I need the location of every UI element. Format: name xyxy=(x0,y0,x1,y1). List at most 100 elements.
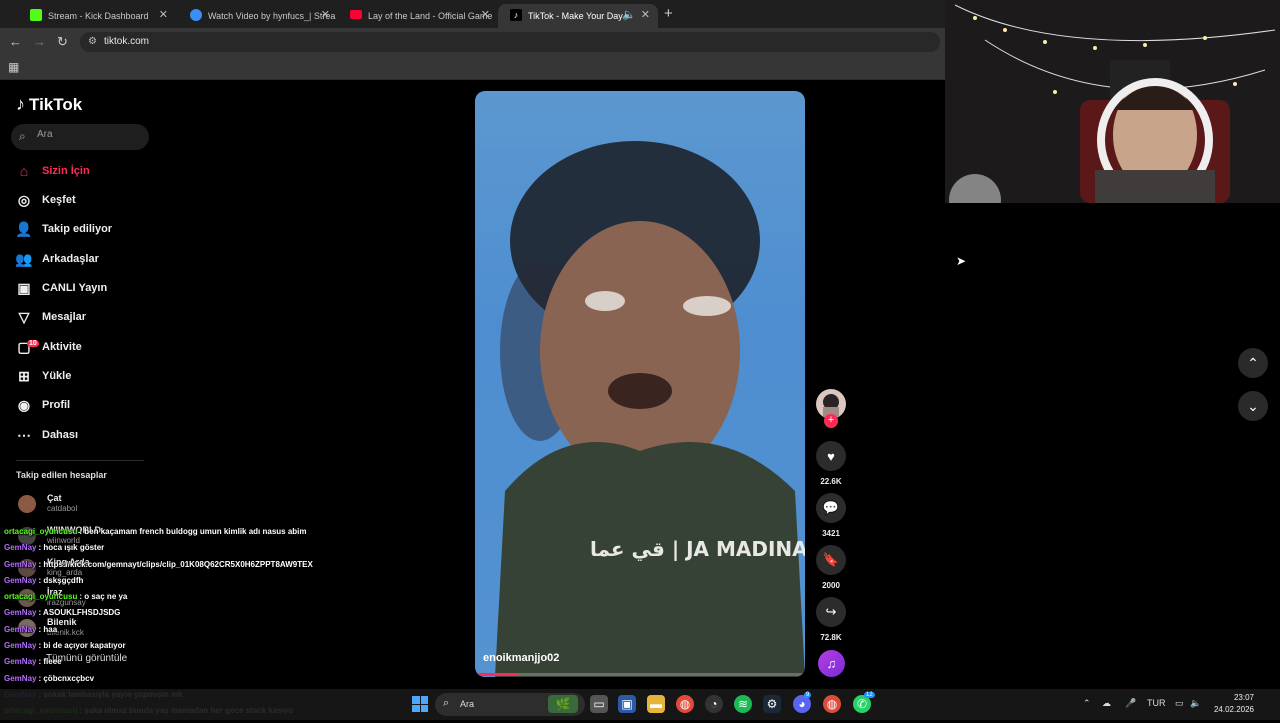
video-player[interactable]: قي عما | JA MADINAH enoikmanjjo02 xyxy=(475,91,805,677)
tab-kick-dashboard[interactable]: Stream - Kick Dashboard ✕ xyxy=(18,4,176,28)
followed-account[interactable]: Çat catdabol xyxy=(16,493,156,521)
share-action[interactable]: ↪ 72.8K xyxy=(816,597,846,642)
microphone-icon[interactable]: 🎤 xyxy=(1125,698,1136,709)
tiktok-logo[interactable]: ♪ TikTok xyxy=(16,94,82,115)
chat-username[interactable]: GemNay xyxy=(4,543,36,552)
previous-video-button[interactable]: ⌃ xyxy=(1238,348,1268,378)
taskbar-search-label: Ara xyxy=(460,699,475,709)
nav-label: Keşfet xyxy=(42,194,76,206)
comment-action[interactable]: 💬 3421 xyxy=(816,493,846,538)
chat-message: GemNay: çöbcnxcçbcv xyxy=(4,674,424,690)
heart-icon[interactable]: ♥ xyxy=(816,441,846,471)
tab-title: Lay of the Land - Official Game xyxy=(368,11,493,21)
network-icon[interactable]: ▭ xyxy=(1175,698,1184,709)
chat-text: : fleee xyxy=(38,657,62,667)
search-input[interactable] xyxy=(37,129,137,140)
chat-username[interactable]: ortacagi_oyuncusu xyxy=(4,592,77,601)
onedrive-icon[interactable]: ☁ xyxy=(1102,698,1111,709)
back-icon[interactable]: ← xyxy=(9,34,22,49)
nav-following[interactable]: 👤 Takip ediliyor xyxy=(14,217,154,241)
tab-tiktok[interactable]: ♪ TikTok - Make Your Day 🔈 ✕ xyxy=(498,4,658,28)
site-info-icon[interactable]: ⚙ xyxy=(88,36,97,47)
nav-friends[interactable]: 👥 Arkadaşlar xyxy=(14,247,154,271)
url-text: tiktok.com xyxy=(104,36,150,47)
forward-icon[interactable]: → xyxy=(33,34,46,49)
chat-username[interactable]: ortacagi_oyuncusu xyxy=(4,527,77,536)
tab-watch-video[interactable]: Watch Video by hynfucs_| Strea ✕ xyxy=(178,4,338,28)
kick-favicon-icon xyxy=(30,9,42,21)
nav-profile[interactable]: ◉ Profil xyxy=(14,393,154,417)
more-icon: ⋯ xyxy=(17,426,31,443)
account-handle: catdabol xyxy=(47,504,78,513)
chat-username[interactable]: GemNay xyxy=(4,608,36,617)
volume-icon[interactable]: 🔈 xyxy=(1190,698,1201,709)
app-icon[interactable]: ◔ xyxy=(705,695,723,713)
tray-overflow-icon[interactable]: ⌃ xyxy=(1083,698,1091,709)
bookmarks-bar: ▦ xyxy=(0,56,945,80)
search-icon: ⌕ xyxy=(19,129,26,143)
chat-text: : o saç ne ya xyxy=(79,592,128,602)
new-tab-icon[interactable]: + xyxy=(664,5,673,22)
browser-tab-bar: Stream - Kick Dashboard ✕ Watch Video by… xyxy=(0,0,945,28)
steam-icon[interactable]: ⚙ xyxy=(763,695,781,713)
chat-username[interactable]: GemNay xyxy=(4,560,36,569)
chrome-active-icon[interactable]: ◍ xyxy=(823,695,841,713)
apps-grid-icon[interactable]: ▦ xyxy=(8,60,19,74)
comment-icon[interactable]: 💬 xyxy=(816,493,846,523)
chat-username[interactable]: GemNay xyxy=(4,641,36,650)
logo-text: TikTok xyxy=(29,94,83,114)
chat-message: GemNay: dskşgçdfh xyxy=(4,576,424,592)
video-author[interactable]: enoikmanjjo02 xyxy=(483,652,559,664)
tiktok-note-icon: ♪ xyxy=(16,94,25,114)
close-tab-icon[interactable]: ✕ xyxy=(641,8,650,21)
video-progress-bar[interactable] xyxy=(475,673,805,676)
nav-live[interactable]: ▣ CANLI Yayın xyxy=(14,276,154,300)
url-field[interactable]: ⚙ tiktok.com xyxy=(80,32,940,52)
speaker-icon[interactable]: 🔈 xyxy=(622,8,636,21)
tab-title: Stream - Kick Dashboard xyxy=(48,11,149,21)
windows-start-icon[interactable] xyxy=(412,696,428,712)
messages-icon: ▽ xyxy=(18,308,30,325)
chat-username[interactable]: GemNay xyxy=(4,657,36,666)
nav-upload[interactable]: ⊞ Yükle xyxy=(14,364,154,388)
nav-more[interactable]: ⋯ Dahası xyxy=(14,423,154,447)
chat-text: : bi de açıyor kapatıyor xyxy=(38,641,126,651)
tab-title: Watch Video by hynfucs_| Strea xyxy=(208,11,336,21)
widgets-icon[interactable]: 🌿 xyxy=(548,695,578,713)
like-action[interactable]: ♥ 22.6K xyxy=(816,441,846,486)
system-clock[interactable]: 23:07 24.02.2026 xyxy=(1210,692,1254,716)
share-icon[interactable]: ↪ xyxy=(816,597,846,627)
nav-for-you[interactable]: ⌂ Sizin İçin xyxy=(14,159,154,183)
tab-lay-of-the-land[interactable]: Lay of the Land - Official Game ✕ xyxy=(338,4,498,28)
close-tab-icon[interactable]: ✕ xyxy=(481,8,490,21)
chat-username[interactable]: GemNay xyxy=(4,576,36,585)
store-icon[interactable]: ▣ xyxy=(618,695,636,713)
nav-label: CANLI Yayın xyxy=(42,282,108,294)
bookmark-icon[interactable]: 🔖 xyxy=(816,545,846,575)
close-tab-icon[interactable]: ✕ xyxy=(159,8,168,21)
file-explorer-icon[interactable]: ▬ xyxy=(647,695,665,713)
nav-label: Yükle xyxy=(42,370,72,382)
close-tab-icon[interactable]: ✕ xyxy=(321,8,330,21)
chat-username[interactable]: GemNay xyxy=(4,674,36,683)
search-box[interactable]: ⌕ xyxy=(11,124,149,150)
whatsapp-badge: 12 xyxy=(864,692,875,698)
next-video-button[interactable]: ⌄ xyxy=(1238,391,1268,421)
chat-message: GemNay: fleee xyxy=(4,657,424,673)
video-progress-fill xyxy=(475,673,518,676)
reload-icon[interactable]: ↻ xyxy=(57,34,68,50)
follow-button[interactable]: + xyxy=(824,414,838,428)
music-disc-icon[interactable]: ♫ xyxy=(818,650,845,677)
task-view-icon[interactable]: ▭ xyxy=(590,695,608,713)
nav-explore[interactable]: ◎ Keşfet xyxy=(14,188,154,212)
account-name: Çat xyxy=(47,493,62,503)
save-action[interactable]: 🔖 2000 xyxy=(816,545,846,590)
language-indicator[interactable]: TUR xyxy=(1147,698,1166,708)
chrome-icon[interactable]: ◍ xyxy=(676,695,694,713)
nav-messages[interactable]: ▽ Mesajlar xyxy=(14,305,154,329)
nav-activity[interactable]: ▢ 10 Aktivite xyxy=(14,335,154,359)
friends-icon: 👥 xyxy=(15,250,33,267)
shirt-text: قي عما | JA MADINAH xyxy=(590,537,805,562)
spotify-icon[interactable]: ≋ xyxy=(734,695,752,713)
chat-username[interactable]: GemNay xyxy=(4,625,36,634)
